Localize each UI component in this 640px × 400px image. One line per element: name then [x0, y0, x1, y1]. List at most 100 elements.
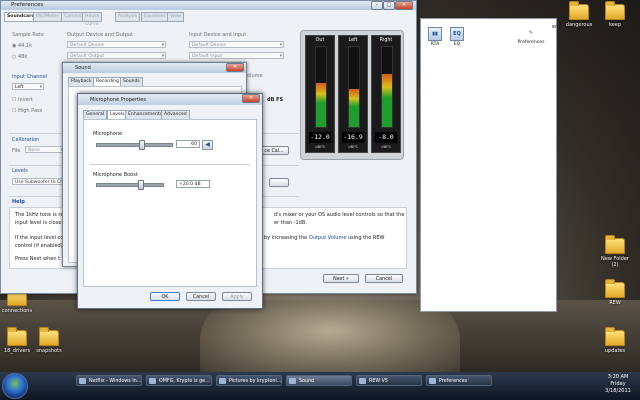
- desktop-icon-updates[interactable]: updates: [598, 327, 632, 354]
- meter-fill: [316, 83, 326, 127]
- meter-label: Out: [315, 38, 325, 43]
- help-text-line: If the input level coul: [15, 235, 68, 241]
- start-button[interactable]: [2, 373, 28, 399]
- rta-button[interactable]: ▮▮ RTA: [425, 27, 445, 47]
- meter-fill: [382, 74, 392, 127]
- meter-track: [315, 46, 327, 128]
- desktop-icon-dangerous[interactable]: dangerous: [562, 1, 596, 28]
- partial-toolbar-label: er: [552, 24, 558, 30]
- tab-view[interactable]: View: [167, 12, 184, 22]
- desktop-icon-keep[interactable]: keep: [598, 1, 632, 28]
- meter-reading: -12.0: [309, 132, 331, 143]
- tab-house-curve[interactable]: House Curve: [82, 12, 103, 27]
- output-volume-link[interactable]: Output Volume: [309, 235, 347, 241]
- invert-checkbox[interactable]: ☐ Invert: [12, 97, 33, 103]
- taskbar-item-sound[interactable]: Sound: [286, 375, 352, 386]
- output-select[interactable]: Default Output: [67, 52, 166, 60]
- folder-icon: [605, 1, 625, 20]
- system-clock[interactable]: 3:20 AM Friday 3/18/2011: [598, 374, 638, 395]
- help-text-line: The 1kHz tone is re: [15, 212, 64, 218]
- eq-button[interactable]: EQ EQ: [447, 27, 467, 47]
- microphone-boost-label: Microphone Boost: [93, 172, 138, 178]
- desktop-icon-new-folder-2[interactable]: New Folder (2): [598, 235, 632, 268]
- tab-comms[interactable]: Comms: [61, 12, 85, 22]
- help-text-line: control (if enabled): [15, 243, 63, 249]
- help-text-line: by increasing the Output Volume using th…: [264, 235, 385, 241]
- desktop-icon-rew[interactable]: REW: [598, 279, 632, 306]
- calibration-label: Calibration: [12, 137, 40, 143]
- output-device-label: Output Device and Output: [67, 32, 134, 38]
- calibration-file-field[interactable]: None: [25, 146, 65, 154]
- speaker-mute-icon[interactable]: ◀: [202, 140, 213, 150]
- folder-icon: [39, 327, 59, 346]
- calibrate-button[interactable]: ce Cal...: [259, 146, 289, 155]
- microphone-level-field[interactable]: 60: [176, 140, 200, 148]
- boost-slider-track: [96, 183, 164, 187]
- sample-rate-44k[interactable]: ◉ 44.1k: [12, 43, 32, 49]
- folder-icon: [605, 327, 625, 346]
- boost-slider[interactable]: [138, 180, 145, 190]
- cancel-button[interactable]: Cancel: [365, 274, 403, 283]
- desktop-icon-18-drivers[interactable]: 18_drivers: [0, 327, 34, 354]
- help-text-line: er than -1dB.: [274, 220, 307, 226]
- meter-unit: dBFS: [348, 144, 358, 149]
- folder-icon: [605, 279, 625, 298]
- meter-track: [381, 46, 393, 128]
- microphone-properties-dialog: Microphone Properties ✕ General Levels E…: [77, 93, 263, 309]
- levels-select[interactable]: Use Subwoofer to Ch: [12, 178, 68, 186]
- maximize-button[interactable]: □: [383, 1, 395, 10]
- cancel-button[interactable]: Cancel: [186, 292, 216, 301]
- input-device-label: Input Device and Input: [189, 32, 247, 38]
- close-button[interactable]: ✕: [242, 94, 260, 103]
- rew-main-window: ▮▮ RTA EQ EQ ✎ Preferences: [420, 18, 557, 312]
- microphone-slider-track: [96, 143, 173, 147]
- clock-time: 3:20 AM: [607, 374, 629, 380]
- close-button[interactable]: ✕: [226, 63, 244, 72]
- help-text-line: d's mixer or your OS audio level control…: [274, 212, 405, 218]
- rta-icon: ▮▮: [428, 27, 442, 41]
- desktop-icon-snapshots[interactable]: snapshots: [32, 327, 66, 354]
- mic-title: Microphone Properties: [90, 97, 146, 103]
- levels-label: Levels: [12, 168, 28, 174]
- sound-title: Sound: [75, 65, 91, 71]
- input-channel-label: Input Channel: [12, 74, 48, 80]
- help-text-line: Press Next when t: [15, 256, 61, 262]
- levels-button[interactable]: [269, 178, 289, 187]
- taskbar: Netflix - Windows In... OMFG, Krypto is …: [0, 372, 640, 400]
- minimize-button[interactable]: –: [371, 1, 383, 10]
- mic-titlebar[interactable]: Microphone Properties ✕: [78, 94, 262, 105]
- folder-icon: [7, 327, 27, 346]
- output-device-select[interactable]: Default Device: [67, 41, 166, 49]
- microphone-label: Microphone: [93, 131, 123, 137]
- high-pass-checkbox[interactable]: ☐ High Pass: [12, 108, 42, 114]
- taskbar-item-rew[interactable]: REW V5: [356, 375, 422, 386]
- ok-button[interactable]: OK: [150, 292, 180, 301]
- sample-rate-48k[interactable]: ○ 48k: [12, 54, 27, 60]
- sound-titlebar[interactable]: Sound ✕: [63, 63, 246, 73]
- input-channel-select[interactable]: Left: [12, 83, 44, 91]
- tab-analysis[interactable]: Analysis: [115, 12, 140, 22]
- meter-left: Left -16.9 dBFS: [338, 35, 368, 153]
- taskbar-item-netflix[interactable]: Netflix - Windows In...: [76, 375, 142, 386]
- input-select[interactable]: Default Input: [189, 52, 284, 60]
- wrench-icon: ✎: [528, 30, 534, 36]
- help-label: Help: [12, 199, 25, 205]
- volume-label: olume: [247, 73, 263, 79]
- preferences-titlebar[interactable]: Preferences – □ ✕: [1, 1, 416, 10]
- taskbar-item-pictures[interactable]: Pictures by kryptoni...: [216, 375, 282, 386]
- tab-equaliser[interactable]: Equaliser: [141, 12, 169, 22]
- tab-mic-meter[interactable]: Mic/Meter: [33, 12, 62, 22]
- close-button[interactable]: ✕: [395, 1, 413, 10]
- clock-day: Friday: [610, 381, 626, 387]
- meter-track: [348, 46, 360, 128]
- input-device-select[interactable]: Default Device: [189, 41, 284, 49]
- meter-reading: -8.0: [375, 132, 397, 143]
- next-button[interactable]: Next »: [323, 274, 359, 283]
- taskbar-item-omfg[interactable]: OMFG, Krypto is ge...: [146, 375, 212, 386]
- microphone-slider[interactable]: [139, 140, 145, 150]
- meter-right: Right -8.0 dBFS: [371, 35, 401, 153]
- divider: [90, 164, 250, 165]
- preferences-button[interactable]: ✎ Preferences: [513, 27, 549, 45]
- apply-button[interactable]: Apply: [222, 292, 252, 301]
- taskbar-item-preferences[interactable]: Preferences: [426, 375, 492, 386]
